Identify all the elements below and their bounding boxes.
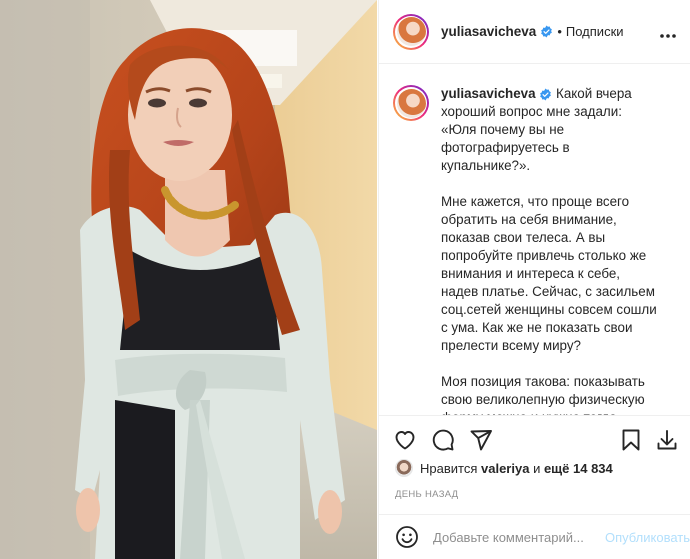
post-photo-illustration: [0, 0, 377, 559]
download-icon[interactable]: [655, 428, 679, 452]
following-button[interactable]: Подписки: [566, 24, 624, 39]
header-separator: •: [557, 24, 562, 39]
comment-bubble-icon[interactable]: [431, 428, 455, 452]
post-timestamp[interactable]: ДЕНЬ НАЗАД: [395, 489, 458, 500]
verified-badge-icon: [540, 25, 553, 38]
caption-verified-badge-icon: [539, 88, 552, 101]
likes-prefix: Нравится: [420, 460, 478, 476]
smiley-icon[interactable]: [395, 525, 419, 549]
post-header: yuliasavicheva • Подписки: [379, 0, 690, 64]
liker-avatar[interactable]: [395, 459, 413, 477]
liker-username[interactable]: valeriya: [481, 461, 529, 476]
likes-middle: и: [533, 460, 541, 476]
author-username[interactable]: yuliasavicheva: [441, 24, 536, 39]
likes-others-count[interactable]: ещё 14 834: [544, 461, 613, 476]
paper-plane-icon[interactable]: [469, 428, 493, 452]
caption-paragraph-2: Мне кажется, что проще всего обратить на…: [441, 194, 661, 353]
post-actions-bar: [379, 415, 690, 461]
likes-summary: Нравится valeriya и ещё 14 834: [395, 458, 613, 478]
caption-paragraph-3: Моя позиция такова: показывать свою вели…: [441, 374, 645, 415]
post-photo[interactable]: [0, 0, 377, 559]
post-side-panel: yuliasavicheva • Подписки yuliasavicheva…: [378, 0, 690, 559]
caption-text: yuliasavicheva Какой вчера хороший вопро…: [441, 85, 657, 415]
caption-row: yuliasavicheva Какой вчера хороший вопро…: [393, 85, 677, 415]
more-horizontal-icon[interactable]: [659, 26, 677, 38]
comment-bar: Опубликовать: [379, 514, 690, 559]
caption-area: yuliasavicheva Какой вчера хороший вопро…: [379, 65, 690, 415]
bookmark-icon[interactable]: [619, 428, 643, 452]
comment-input[interactable]: [433, 529, 603, 545]
caption-username[interactable]: yuliasavicheva: [441, 86, 536, 101]
caption-author-avatar[interactable]: [393, 85, 429, 121]
heart-icon[interactable]: [393, 428, 417, 452]
publish-button[interactable]: Опубликовать: [605, 530, 690, 545]
author-avatar[interactable]: [393, 13, 429, 50]
